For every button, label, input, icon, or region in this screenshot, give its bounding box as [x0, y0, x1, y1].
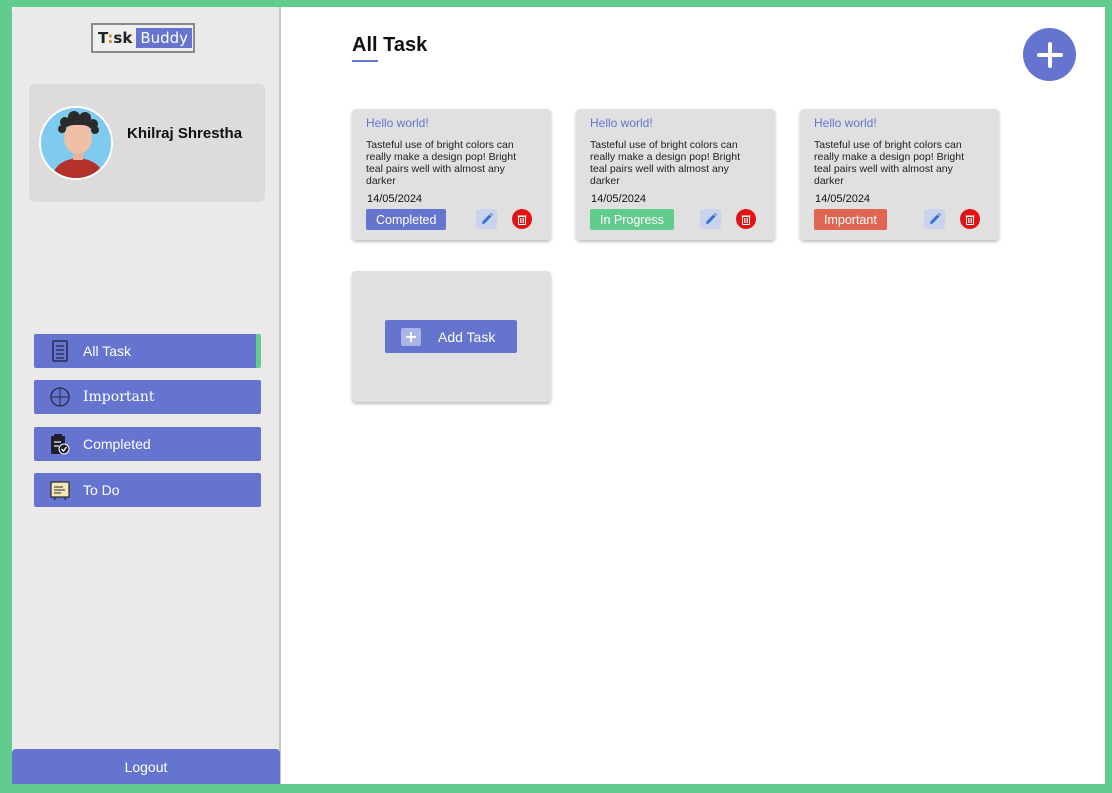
sidebar: T:sk Buddy Khilraj Shrestha All Task Imp…: [12, 7, 281, 784]
task-title: Hello world!: [814, 116, 877, 130]
trash-icon: [965, 215, 975, 225]
sidebar-item-label: Important: [83, 389, 155, 405]
plus-square-icon: [401, 327, 421, 346]
sidebar-item-label: To Do: [83, 482, 120, 498]
profile-card: Khilraj Shrestha: [29, 84, 265, 202]
profile-name: Khilraj Shrestha: [127, 125, 243, 142]
task-date: 14/05/2024: [815, 193, 871, 205]
edit-button[interactable]: [476, 209, 497, 229]
app-frame: T:sk Buddy Khilraj Shrestha All Task Imp…: [12, 7, 1105, 784]
task-description: Tasteful use of bright colors can really…: [366, 139, 516, 187]
sidebar-item-completed[interactable]: Completed: [34, 427, 261, 461]
add-task-card: Add Task: [352, 271, 551, 402]
task-title: Hello world!: [590, 116, 653, 130]
sidebar-item-to-do[interactable]: To Do: [34, 473, 261, 507]
plus-icon: [1036, 41, 1063, 68]
edit-button[interactable]: [924, 209, 945, 229]
status-badge-completed[interactable]: Completed: [366, 209, 447, 230]
task-card: Hello world! Tasteful use of bright colo…: [352, 109, 551, 240]
task-title: Hello world!: [366, 116, 429, 130]
task-date: 14/05/2024: [367, 193, 423, 205]
pencil-icon: [481, 213, 493, 224]
avatar: [39, 106, 113, 180]
add-task-label: Add Task: [438, 328, 496, 345]
delete-button[interactable]: [960, 209, 980, 229]
clipboard-check-icon: [49, 433, 71, 455]
avatar-illustration: [41, 108, 111, 178]
sidebar-item-label: All Task: [83, 343, 131, 359]
status-badge-in-progress[interactable]: In Progress: [590, 209, 674, 230]
add-task-fab[interactable]: [1023, 28, 1076, 81]
status-badge-important[interactable]: Important: [814, 209, 887, 230]
delete-button[interactable]: [736, 209, 756, 229]
add-task-button[interactable]: Add Task: [385, 320, 517, 353]
task-card: Hello world! Tasteful use of bright colo…: [576, 109, 775, 240]
trash-icon: [741, 215, 751, 225]
pencil-icon: [929, 213, 941, 224]
task-date: 14/05/2024: [591, 193, 647, 205]
task-card: Hello world! Tasteful use of bright colo…: [800, 109, 999, 240]
pencil-icon: [705, 213, 717, 224]
trash-icon: [517, 215, 527, 225]
note-icon: [49, 479, 71, 501]
title-underline: [352, 60, 378, 62]
task-description: Tasteful use of bright colors can really…: [814, 139, 964, 187]
app-logo: T:sk Buddy: [91, 23, 195, 53]
sidebar-item-label: Completed: [83, 436, 151, 452]
task-description: Tasteful use of bright colors can really…: [590, 139, 740, 187]
delete-button[interactable]: [512, 209, 532, 229]
page-title: All Task: [352, 34, 427, 62]
list-icon: [49, 340, 71, 362]
sidebar-item-all-task[interactable]: All Task: [34, 334, 261, 368]
target-icon: [49, 386, 71, 408]
logout-button[interactable]: Logout: [12, 749, 280, 784]
sidebar-item-important[interactable]: Important: [34, 380, 261, 414]
edit-button[interactable]: [700, 209, 721, 229]
